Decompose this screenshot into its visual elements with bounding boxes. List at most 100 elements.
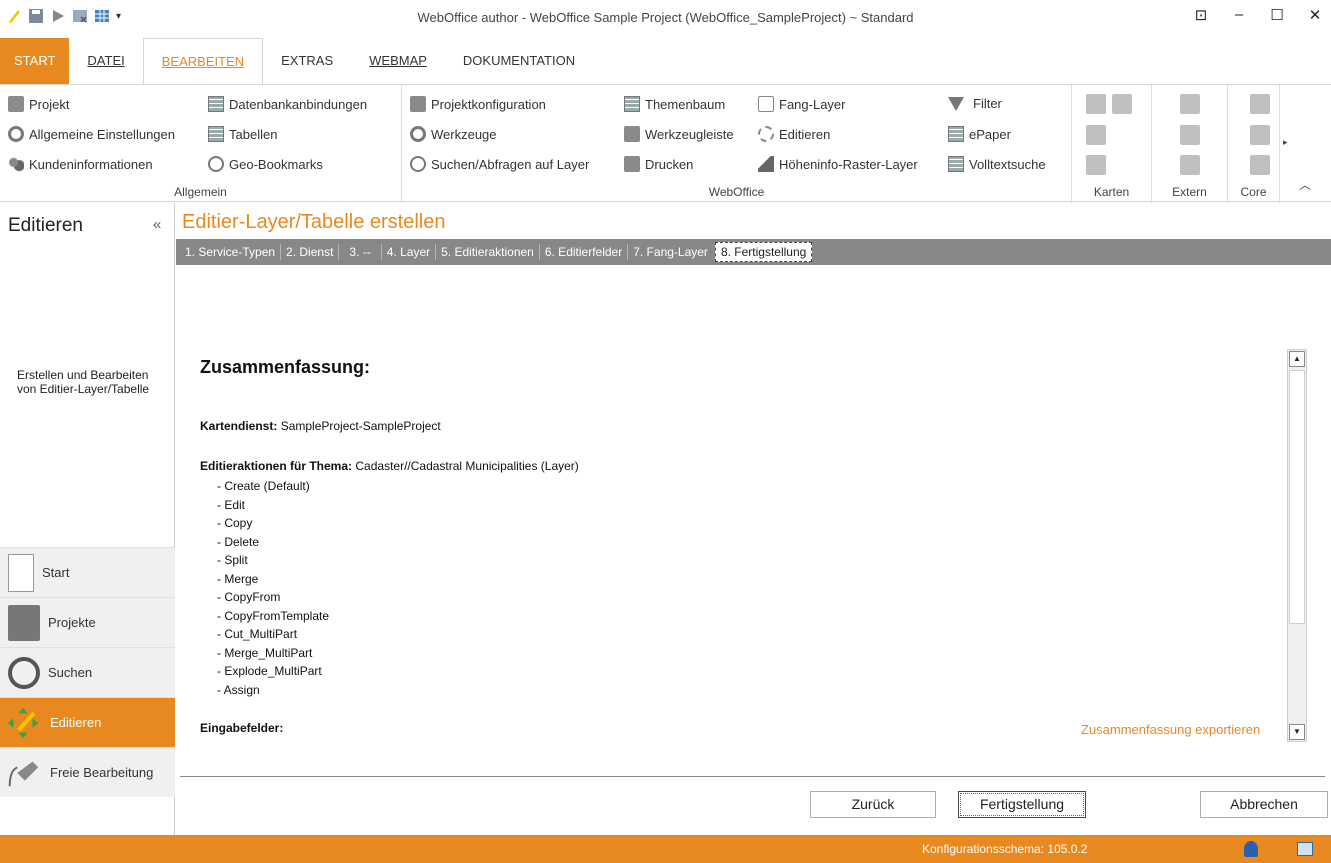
ribbon-tabellen[interactable]: Tabellen bbox=[208, 126, 277, 142]
scrollbar-thumb[interactable] bbox=[1289, 370, 1305, 624]
export-summary-link[interactable]: Zusammenfassung exportieren bbox=[1081, 722, 1260, 737]
database-search-icon[interactable] bbox=[1180, 155, 1200, 175]
ribbon-editieren[interactable]: Editieren bbox=[758, 126, 830, 142]
tab-dokumentation[interactable]: DOKUMENTATION bbox=[445, 38, 593, 84]
panel-collapse-icon[interactable]: « bbox=[153, 216, 161, 233]
ribbon-themenbaum[interactable]: Themenbaum bbox=[624, 96, 725, 112]
wrench-icon[interactable] bbox=[1250, 125, 1270, 145]
group-label-core: Core bbox=[1240, 185, 1267, 199]
summary-kartendienst: Kartendienst: SampleProject-SampleProjec… bbox=[200, 419, 441, 433]
step-editierfelder[interactable]: 6. Editierfelder bbox=[540, 244, 629, 260]
tools-icon bbox=[410, 126, 426, 142]
ribbon-drucken[interactable]: Drucken bbox=[624, 156, 693, 172]
step-layer[interactable]: 4. Layer bbox=[382, 244, 437, 260]
ribbon-volltextsuche[interactable]: Volltextsuche bbox=[948, 156, 1046, 172]
nav-item-start-label: Start bbox=[42, 565, 70, 580]
scroll-up-icon[interactable]: ▲ bbox=[1289, 351, 1305, 367]
ribbon-hoeheninfo[interactable]: Höheninfo-Raster-Layer bbox=[758, 156, 918, 172]
step-editieraktionen[interactable]: 5. Editieraktionen bbox=[436, 244, 540, 260]
location-icon[interactable] bbox=[1180, 125, 1200, 145]
window-title: WebOffice author - WebOffice Sample Proj… bbox=[417, 10, 914, 25]
ribbon-geo-bookmarks[interactable]: Geo-Bookmarks bbox=[208, 156, 323, 172]
step-service-typen[interactable]: 1. Service-Typen bbox=[180, 244, 282, 260]
ribbon-suchen-abfragen[interactable]: Suchen/Abfragen auf Layer bbox=[410, 156, 589, 172]
ribbon-scroll-right-icon[interactable]: ▸ bbox=[1283, 137, 1288, 148]
left-panel-description: Erstellen und Bearbeiten von Editier-Lay… bbox=[17, 368, 150, 396]
ribbon-datenbankanbindungen[interactable]: Datenbankanbindungen bbox=[208, 96, 367, 112]
ribbon-epaper-label: ePaper bbox=[969, 126, 1011, 142]
maximize-button[interactable]: ☐ bbox=[1267, 6, 1287, 24]
ribbon-projekt[interactable]: Projekt bbox=[8, 96, 69, 112]
nav-item-editieren[interactable]: Editieren bbox=[0, 697, 175, 747]
kartendienst-value: SampleProject-SampleProject bbox=[280, 419, 441, 433]
epaper-icon bbox=[948, 126, 964, 142]
group-label-weboffice: WebOffice bbox=[708, 185, 765, 199]
tab-webmap[interactable]: WEBMAP bbox=[351, 38, 445, 84]
step-3[interactable]: 3. -- bbox=[339, 244, 382, 260]
ribbon-editieren-label: Editieren bbox=[779, 126, 831, 142]
list-item: - Merge bbox=[217, 571, 259, 586]
ribbon-projekt-label: Projekt bbox=[29, 96, 70, 112]
close-button[interactable]: ✕ bbox=[1305, 6, 1325, 24]
nav-item-projekte[interactable]: Projekte bbox=[0, 597, 175, 647]
clock-icon[interactable] bbox=[1250, 155, 1270, 175]
ribbon-werkzeuge[interactable]: Werkzeuge bbox=[410, 126, 497, 142]
tab-start[interactable]: START bbox=[0, 38, 70, 84]
nav-item-suchen[interactable]: Suchen bbox=[0, 647, 175, 697]
edit-actions-list: - Create (Default) - Edit - Copy - Delet… bbox=[217, 477, 329, 699]
map-text-icon[interactable] bbox=[1086, 94, 1106, 114]
toolbar-icon bbox=[624, 126, 640, 142]
map-grid-icon[interactable] bbox=[1086, 155, 1106, 175]
scroll-down-icon[interactable]: ▼ bbox=[1289, 724, 1305, 740]
back-button[interactable]: Zurück bbox=[810, 791, 936, 818]
ribbon-filter[interactable]: Filter bbox=[948, 96, 1002, 111]
tab-extras[interactable]: EXTRAS bbox=[263, 38, 351, 84]
elevation-icon bbox=[758, 156, 774, 172]
edit-move-icon bbox=[7, 707, 39, 738]
fulltext-search-icon bbox=[948, 156, 964, 172]
start-page-icon bbox=[8, 553, 34, 592]
editieraktionen-label: Editieraktionen für Thema: bbox=[200, 459, 353, 473]
ribbon-drucken-label: Drucken bbox=[645, 156, 694, 172]
nav-item-start[interactable]: Start bbox=[0, 547, 175, 597]
summary-scrollbar[interactable]: ▲ ▼ bbox=[1287, 349, 1307, 742]
cancel-button[interactable]: Abbrechen bbox=[1200, 791, 1328, 818]
summary-eingabefelder: Eingabefelder: bbox=[200, 721, 283, 735]
ribbon-projektkonfiguration[interactable]: Projektkonfiguration bbox=[410, 96, 546, 112]
tab-bearbeiten[interactable]: BEARBEITEN bbox=[142, 38, 264, 84]
user-icon[interactable] bbox=[1244, 841, 1258, 857]
screen-icon[interactable] bbox=[1297, 842, 1313, 856]
map-image-icon[interactable] bbox=[1112, 94, 1132, 114]
ribbon-fang-layer[interactable]: Fang-Layer bbox=[758, 96, 845, 112]
ribbon-volltextsuche-label: Volltextsuche bbox=[969, 156, 1046, 172]
ribbon-kundeninformationen-label: Kundeninformationen bbox=[29, 156, 153, 172]
finish-button[interactable]: Fertigstellung bbox=[958, 791, 1086, 818]
ribbon-werkzeugleiste[interactable]: Werkzeugleiste bbox=[624, 126, 734, 142]
nav-item-freie-bearbeitung[interactable]: Freie Bearbeitung bbox=[0, 747, 175, 797]
ribbon-kundeninformationen[interactable]: Kundeninformationen bbox=[8, 156, 153, 172]
step-dienst[interactable]: 2. Dienst bbox=[281, 244, 340, 260]
list-item: - Assign bbox=[217, 682, 260, 697]
restore-ribbon-icon[interactable]: ⊡ bbox=[1191, 6, 1211, 24]
project-icon bbox=[8, 96, 24, 112]
ribbon-collapse-icon[interactable]: ︿ bbox=[1299, 176, 1311, 193]
tab-datei[interactable]: DATEI bbox=[69, 38, 142, 84]
core-window-icon[interactable] bbox=[1250, 94, 1270, 114]
ribbon-projektkonfiguration-label: Projektkonfiguration bbox=[431, 96, 546, 112]
step-fertigstellung[interactable]: 8. Fertigstellung bbox=[714, 242, 813, 262]
kartendienst-label: Kartendienst: bbox=[200, 419, 278, 433]
ribbon-hoeheninfo-label: Höheninfo-Raster-Layer bbox=[779, 156, 918, 172]
step-fang-layer[interactable]: 7. Fang-Layer bbox=[628, 244, 713, 260]
minimize-button[interactable]: – bbox=[1229, 6, 1249, 24]
ribbon-group-weboffice: Projektkonfiguration Werkzeuge Suchen/Ab… bbox=[402, 85, 1072, 203]
list-item: - Create (Default) bbox=[217, 479, 310, 493]
pen-draw-icon bbox=[8, 761, 39, 786]
ribbon-epaper[interactable]: ePaper bbox=[948, 126, 1011, 142]
list-item: - Copy bbox=[217, 516, 253, 530]
pin-icon[interactable] bbox=[1180, 94, 1200, 114]
list-item: - CopyFromTemplate bbox=[217, 608, 330, 623]
map-layers-icon[interactable] bbox=[1086, 125, 1106, 145]
ribbon-allgemeine-einstellungen[interactable]: Allgemeine Einstellungen bbox=[8, 126, 175, 142]
search-icon bbox=[8, 656, 40, 689]
snap-layer-icon bbox=[758, 96, 774, 112]
